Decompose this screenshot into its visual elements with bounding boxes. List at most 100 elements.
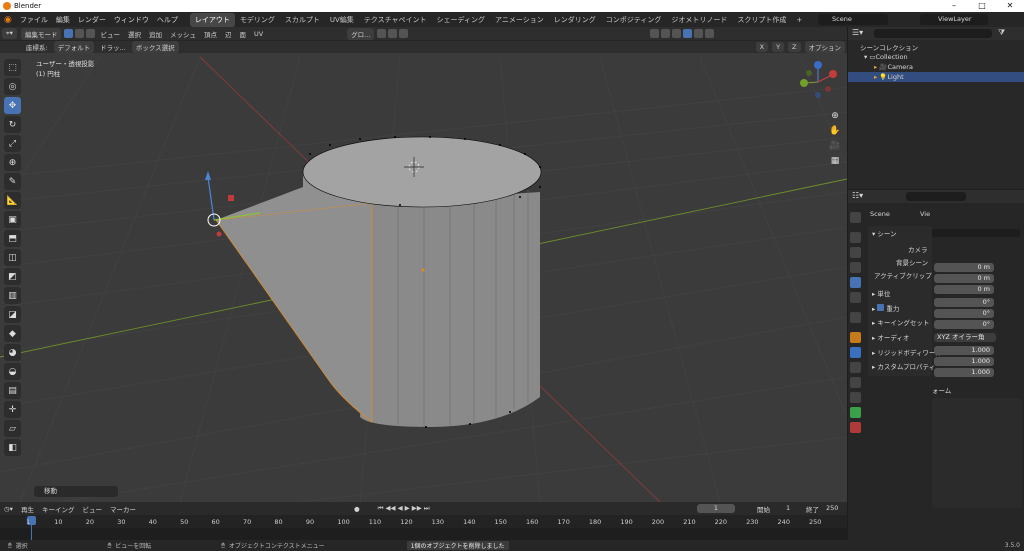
cursor-tool-icon[interactable]: ◎ [4, 78, 21, 95]
xray-icon[interactable] [661, 29, 671, 38]
face-select-icon[interactable] [86, 29, 96, 38]
last-operator-panel[interactable]: 移動 [34, 486, 118, 497]
rip-tool-icon[interactable]: ◧ [4, 439, 21, 456]
shear-tool-icon[interactable]: ▱ [4, 420, 21, 437]
end-frame-field[interactable]: 250 [826, 504, 838, 512]
filter-icon[interactable]: ⧩ [998, 28, 1005, 38]
outliner[interactable]: ☰▾ ⧩ シーンコレクション ▾ ▭ Collection ▸ 🎥 Camera… [848, 27, 1024, 189]
tab-texture-paint[interactable]: テクスチャペイント [359, 13, 432, 27]
outliner-search[interactable] [874, 29, 992, 38]
tab-geometry-nodes[interactable]: ジオメトリノード [666, 13, 732, 27]
location-x-field[interactable]: 0 m [934, 263, 994, 272]
output-tab-icon[interactable] [850, 247, 861, 258]
physics-tab-icon[interactable] [850, 377, 861, 388]
snap-icon[interactable] [388, 29, 398, 38]
collection-tab-icon[interactable] [850, 312, 861, 323]
overlay-icon[interactable] [650, 29, 660, 38]
menu-edge[interactable]: 辺 [221, 29, 236, 39]
menu-file[interactable]: ファイル [16, 15, 52, 25]
menu-window[interactable]: ウィンドウ [110, 15, 153, 25]
menu-timeline-view[interactable]: ビュー [78, 504, 106, 514]
properties-editor[interactable]: ☷▾ Scene Vie ▾ シーン カメラ 背景シーン アクティブクリップ ▸… [848, 190, 1024, 540]
edge-slide-tool-icon[interactable]: ▤ [4, 382, 21, 399]
custom-props-section[interactable]: ▸ カスタムプロパティ [872, 361, 935, 371]
orientation-gizmo[interactable] [800, 61, 837, 98]
outliner-collection[interactable]: ▾ ▭ Collection [848, 52, 1024, 62]
outliner-editor-icon[interactable]: ☰▾ [852, 28, 863, 37]
menu-render[interactable]: レンダー [74, 15, 110, 25]
timeline[interactable]: ◷▾ 再生 キーイング ビュー マーカー ● ⏮ ◀◀ ◀ ▶ ▶▶ ⏭ 1 開… [0, 502, 847, 540]
timeline-track[interactable] [0, 528, 847, 540]
inset-tool-icon[interactable]: ◫ [4, 249, 21, 266]
select-box-selector[interactable]: ボックス選択 [131, 41, 179, 53]
loop-cut-tool-icon[interactable]: ▥ [4, 287, 21, 304]
pivot-icon[interactable] [377, 29, 387, 38]
shading-material-icon[interactable] [694, 29, 704, 38]
smooth-tool-icon[interactable]: ◒ [4, 363, 21, 380]
shading-solid-icon[interactable] [683, 29, 693, 38]
zoom-icon[interactable]: ⊕ [829, 110, 841, 122]
menu-vertex[interactable]: 頂点 [200, 29, 221, 39]
tool-tab-icon[interactable] [850, 212, 861, 223]
proportional-icon[interactable] [399, 29, 409, 38]
mode-selector[interactable]: 編集モード [20, 27, 62, 40]
tab-compositing[interactable]: コンポジティング [601, 13, 667, 27]
keying-sets-section[interactable]: ▸ キーイングセット [872, 317, 929, 327]
poly-build-tool-icon[interactable]: ◆ [4, 325, 21, 342]
outliner-scene-collection[interactable]: シーンコレクション [848, 42, 1024, 52]
gravity-section[interactable]: ▸ 重力 [872, 303, 899, 313]
menu-select[interactable]: 選択 [124, 29, 145, 39]
transform-tool-icon[interactable]: ⊕ [4, 154, 21, 171]
shading-rendered-icon[interactable] [705, 29, 715, 38]
view-layer-selector[interactable]: ViewLayer [920, 14, 988, 25]
blender-menu-icon[interactable]: ◉ [0, 15, 16, 25]
rotation-mode-select[interactable]: XYZ オイラー角 [934, 333, 996, 342]
tab-uv-editing[interactable]: UV編集 [325, 13, 359, 27]
add-cube-tool-icon[interactable]: ▣ [4, 211, 21, 228]
tab-sculpt[interactable]: スカルプト [280, 13, 325, 27]
material-tab-icon[interactable] [850, 422, 861, 433]
move-tool-icon[interactable]: ✥ [4, 97, 21, 114]
data-tab-icon[interactable] [850, 407, 861, 418]
rotation-z-field[interactable]: 0° [934, 320, 994, 329]
current-frame-field[interactable]: 1 [697, 504, 735, 513]
bevel-tool-icon[interactable]: ◩ [4, 268, 21, 285]
record-icon[interactable]: ● [350, 505, 364, 513]
tab-modeling[interactable]: モデリング [235, 13, 280, 27]
menu-marker[interactable]: マーカー [106, 504, 140, 514]
scale-tool-icon[interactable]: ⤢ [4, 135, 21, 152]
menu-uv[interactable]: UV [250, 30, 267, 38]
outliner-camera[interactable]: ▸ 🎥 Camera [848, 62, 1024, 72]
vertex-select-icon[interactable] [64, 29, 74, 38]
maximize-button[interactable]: □ [968, 0, 996, 12]
properties-editor-icon[interactable]: ☷▾ [852, 191, 863, 200]
shading-wire-icon[interactable] [672, 29, 682, 38]
scale-z-field[interactable]: 1.000 [934, 368, 994, 377]
rotate-tool-icon[interactable]: ↻ [4, 116, 21, 133]
rotation-y-field[interactable]: 0° [934, 309, 994, 318]
menu-add[interactable]: 追加 [145, 29, 166, 39]
camera-view-icon[interactable]: 🎥 [829, 140, 841, 152]
pan-hand-icon[interactable]: ✋ [829, 125, 841, 137]
object-tab-icon[interactable] [850, 332, 861, 343]
name-field[interactable] [932, 229, 1020, 237]
mirror-z-toggle[interactable]: Z [788, 42, 801, 52]
menu-mesh[interactable]: メッシュ [166, 29, 200, 39]
add-workspace-button[interactable]: + [791, 14, 807, 26]
menu-face[interactable]: 面 [235, 29, 250, 39]
rotation-x-field[interactable]: 0° [934, 298, 994, 307]
annotate-tool-icon[interactable]: ✎ [4, 173, 21, 190]
extrude-tool-icon[interactable]: ⬒ [4, 230, 21, 247]
close-button[interactable]: ✕ [996, 0, 1024, 12]
3d-viewport[interactable]: ⌖▾ 編集モード ビュー 選択 追加 メッシュ 頂点 辺 面 UV グロ... [0, 27, 847, 502]
edge-select-icon[interactable] [75, 29, 85, 38]
perspective-grid-icon[interactable]: ▦ [829, 155, 841, 167]
tweak-tool-icon[interactable]: ⬚ [4, 59, 21, 76]
location-y-field[interactable]: 0 m [934, 274, 994, 283]
transform-orientation[interactable]: グロ... [347, 27, 375, 40]
menu-keying[interactable]: キーイング [38, 504, 79, 514]
tab-shading[interactable]: シェーディング [432, 13, 491, 27]
tab-animation[interactable]: アニメーション [490, 13, 549, 27]
spin-tool-icon[interactable]: ◕ [4, 344, 21, 361]
measure-tool-icon[interactable]: 📐 [4, 192, 21, 209]
